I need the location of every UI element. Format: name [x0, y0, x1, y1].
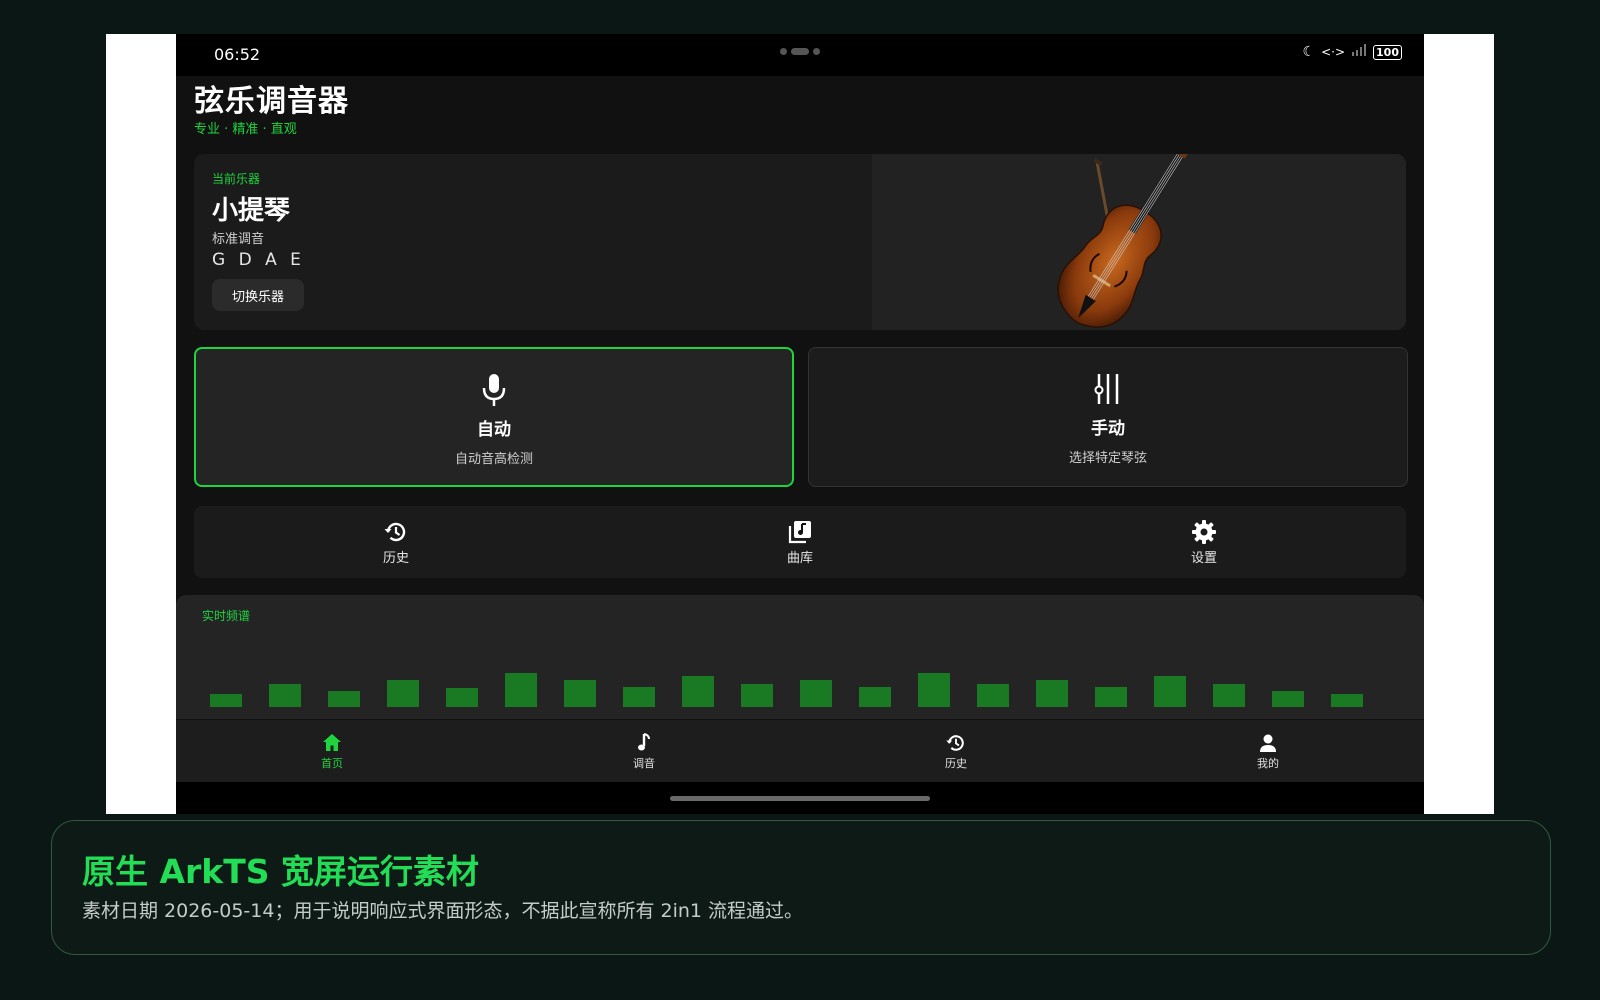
- data-transfer-icon: <·>: [1321, 45, 1346, 59]
- signal-icon: [1351, 44, 1367, 60]
- nav-history-label: 历史: [945, 756, 967, 770]
- camera-indicator: [780, 48, 820, 55]
- app-subtitle: 专业 · 精准 · 直观: [194, 122, 297, 137]
- spectrum-bar: [1272, 691, 1304, 707]
- tuning-notes: G D A E: [212, 250, 305, 270]
- gesture-bar-area: [176, 782, 1424, 814]
- nav-profile-label: 我的: [1257, 756, 1279, 770]
- spectrum-bar: [1331, 694, 1363, 707]
- current-instrument-card: 当前乐器 小提琴 标准调音 G D A E 切换乐器: [194, 154, 1406, 330]
- music-note-icon: [638, 732, 650, 750]
- manual-mode-desc: 选择特定琴弦: [1068, 451, 1147, 466]
- nav-tune-label: 调音: [633, 756, 655, 770]
- auto-mode-card[interactable]: 自动 自动音高检测: [194, 347, 794, 487]
- sliders-icon: [1094, 374, 1119, 404]
- spectrum-bar: [1095, 687, 1127, 707]
- history-icon: [384, 522, 406, 541]
- spectrum-bar: [505, 673, 537, 707]
- nav-tune[interactable]: 调音: [488, 720, 800, 782]
- spectrum-bar: [446, 688, 478, 707]
- spectrum-bar: [564, 680, 596, 707]
- settings-shortcut[interactable]: 设置: [1002, 506, 1406, 578]
- nav-home[interactable]: 首页: [176, 720, 488, 782]
- person-icon: [1260, 734, 1276, 752]
- settings-shortcut-label: 设置: [1190, 550, 1217, 566]
- shortcut-bar: 历史 曲库 设置: [194, 506, 1406, 578]
- nav-history[interactable]: 历史: [800, 720, 1112, 782]
- spectrum-bar: [623, 687, 655, 707]
- manual-mode-card[interactable]: 手动 选择特定琴弦: [808, 347, 1408, 487]
- nav-profile[interactable]: 我的: [1112, 720, 1424, 782]
- microphone-icon: [482, 374, 506, 406]
- spectrum-bar: [387, 680, 419, 707]
- music-library-shortcut-label: 曲库: [786, 550, 813, 566]
- status-icons: ☾ <·> 100: [1303, 44, 1402, 60]
- spectrum-bar: [1036, 680, 1068, 707]
- music-library-shortcut[interactable]: 曲库: [598, 506, 1002, 578]
- violin-image: [872, 154, 1406, 330]
- history-shortcut[interactable]: 历史: [194, 506, 598, 578]
- home-indicator[interactable]: [670, 796, 930, 801]
- manual-mode-title: 手动: [1091, 419, 1125, 439]
- spectrum-bar: [741, 684, 773, 707]
- tuning-label: 标准调音: [212, 232, 265, 247]
- switch-instrument-button[interactable]: 切换乐器: [212, 279, 304, 311]
- spectrum-bar: [977, 684, 1009, 707]
- auto-mode-desc: 自动音高检测: [454, 452, 533, 467]
- status-bar: 06:52 ☾ <·> 100: [176, 34, 1424, 76]
- instrument-label: 当前乐器: [212, 172, 261, 186]
- instrument-name: 小提琴: [212, 196, 291, 226]
- moon-icon: ☾: [1302, 44, 1316, 60]
- spectrum-bar: [269, 684, 301, 707]
- music-library-icon: [788, 520, 811, 543]
- home-icon: [323, 733, 341, 751]
- status-time: 06:52: [214, 45, 261, 64]
- spectrum-bar: [918, 673, 950, 707]
- device-screen: 06:52 ☾ <·> 100 弦乐调音器 专业 · 精准 · 直观 当前乐器 …: [176, 34, 1424, 814]
- spectrum-bar: [859, 687, 891, 707]
- spectrum-bar: [682, 676, 714, 707]
- spectrum-bar: [328, 691, 360, 707]
- caption-text: 素材日期 2026-05-14；用于说明响应式界面形态，不据此宣称所有 2in1…: [82, 900, 804, 922]
- history-shortcut-label: 历史: [382, 550, 409, 566]
- spectrum-bar: [800, 680, 832, 707]
- spectrum-chart: [210, 673, 1363, 707]
- spectrum-bar: [210, 694, 242, 707]
- spectrum-bar: [1154, 676, 1186, 707]
- nav-home-label: 首页: [321, 756, 343, 770]
- battery-icon: 100: [1373, 44, 1402, 60]
- app-title: 弦乐调音器: [194, 84, 349, 119]
- bottom-navigation: 首页 调音 历史 我的: [176, 720, 1424, 782]
- realtime-spectrum-panel: 实时频谱: [176, 595, 1424, 719]
- spectrum-bar: [1213, 684, 1245, 707]
- gear-icon: [1192, 519, 1216, 544]
- caption-box: 原生 ArkTS 宽屏运行素材 素材日期 2026-05-14；用于说明响应式界…: [51, 820, 1551, 955]
- caption-title: 原生 ArkTS 宽屏运行素材: [82, 852, 480, 891]
- history-icon: [946, 734, 964, 751]
- auto-mode-title: 自动: [477, 420, 511, 440]
